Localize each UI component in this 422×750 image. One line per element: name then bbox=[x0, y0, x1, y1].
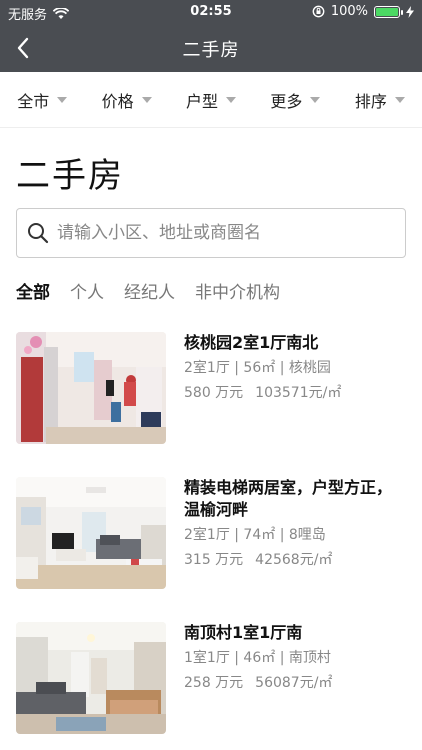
listing-price: 315 万元 42568元/㎡ bbox=[184, 550, 406, 570]
unit-price: 42568元/㎡ bbox=[255, 552, 333, 568]
listing-list: 核桃园2室1厅南北 2室1厅 | 56㎡ | 核桃园 580 万元 103571元… bbox=[16, 332, 406, 750]
total-price: 258 万元 bbox=[184, 675, 244, 691]
charging-icon bbox=[406, 5, 414, 18]
filter-layout[interactable]: 户型 bbox=[169, 88, 253, 112]
listing-photo bbox=[16, 622, 166, 734]
total-price: 580 万元 bbox=[184, 385, 244, 401]
search-input[interactable] bbox=[57, 223, 377, 243]
search-icon bbox=[28, 223, 49, 244]
list-item[interactable]: 核桃园2室1厅南北 2室1厅 | 56㎡ | 核桃园 580 万元 103571元… bbox=[16, 332, 406, 477]
list-item[interactable]: 南顶村1室1厅南 1室1厅 | 46㎡ | 南顶村 258 万元 56087元/㎡ bbox=[16, 622, 406, 750]
listing-title: 南顶村1室1厅南 bbox=[184, 623, 303, 642]
tab-agent[interactable]: 经纪人 bbox=[124, 278, 175, 303]
caret-down-icon bbox=[394, 96, 405, 103]
caret-down-icon bbox=[57, 96, 68, 103]
caret-down-icon bbox=[141, 96, 152, 103]
filter-price[interactable]: 价格 bbox=[84, 88, 168, 112]
listing-title: 核桃园2室1厅南北 bbox=[184, 333, 319, 352]
status-bar: 无服务 02:55 100% bbox=[0, 0, 422, 24]
caret-down-icon bbox=[226, 96, 237, 103]
unit-price: 56087元/㎡ bbox=[255, 675, 333, 691]
nav-title: 二手房 bbox=[182, 40, 240, 61]
tab-non-agency[interactable]: 非中介机构 bbox=[195, 278, 280, 303]
rotation-lock-icon bbox=[312, 5, 325, 18]
filter-city[interactable]: 全市 bbox=[0, 88, 84, 112]
battery-icon bbox=[374, 5, 403, 18]
battery-percent: 100% bbox=[330, 4, 368, 19]
listing-title: 精装电梯两居室，户型方正，温榆河畔 bbox=[184, 478, 393, 519]
top-bar: 无服务 02:55 100% 二手房 bbox=[0, 0, 422, 72]
listing-meta: 2室1厅 | 74㎡ | 8哩岛 bbox=[184, 527, 326, 543]
filter-bar: 全市 价格 户型 更多 排序 bbox=[0, 72, 422, 128]
listing-price: 258 万元 56087元/㎡ bbox=[184, 673, 406, 693]
listing-meta: 1室1厅 | 46㎡ | 南顶村 bbox=[184, 650, 331, 666]
list-item[interactable]: 精装电梯两居室，户型方正，温榆河畔 2室1厅 | 74㎡ | 8哩岛 315 万… bbox=[16, 477, 406, 622]
listing-price: 580 万元 103571元/㎡ bbox=[184, 383, 406, 403]
tab-bar: 全部 个人 经纪人 非中介机构 bbox=[16, 278, 280, 303]
tab-all[interactable]: 全部 bbox=[16, 278, 50, 303]
tab-individual[interactable]: 个人 bbox=[70, 278, 104, 303]
page-title: 二手房 bbox=[16, 156, 124, 196]
nav-bar: 二手房 bbox=[0, 24, 422, 72]
listing-meta: 2室1厅 | 56㎡ | 核桃园 bbox=[184, 360, 331, 376]
caret-down-icon bbox=[310, 96, 321, 103]
filter-sort[interactable]: 排序 bbox=[338, 88, 422, 112]
search-box[interactable] bbox=[16, 208, 406, 258]
listing-photo bbox=[16, 477, 166, 589]
listing-photo bbox=[16, 332, 166, 444]
total-price: 315 万元 bbox=[184, 552, 244, 568]
filter-more[interactable]: 更多 bbox=[253, 88, 337, 112]
unit-price: 103571元/㎡ bbox=[255, 385, 342, 401]
